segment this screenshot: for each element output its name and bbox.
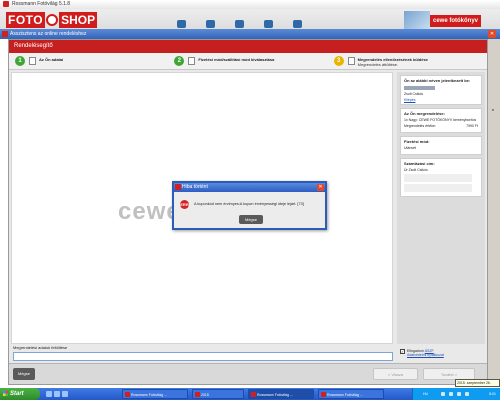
error-dialog: Hiba történt ✕ ERR A kuponkód nem érvény… — [172, 181, 327, 230]
taskbar-item-label: 2015 — [201, 393, 209, 397]
taskbar-item[interactable]: 2015 — [192, 389, 244, 399]
dialog-ok-button[interactable]: Mégse — [239, 215, 263, 224]
assistant-header: Rendelésegítő — [9, 40, 487, 53]
taskbar-item-label: Rossmann Fotóvilág ... — [257, 393, 293, 397]
terms-checkbox[interactable]: ✓ — [400, 349, 405, 354]
billing-address-block — [404, 174, 472, 182]
dialog-titlebar: Hiba történt ✕ — [174, 183, 325, 192]
step-subtitle: Megrendelés áttöltése. — [357, 62, 399, 67]
upload-icon — [347, 57, 355, 65]
logout-link[interactable]: Kilépés — [404, 98, 478, 102]
cancel-button[interactable]: Mégse — [13, 368, 35, 380]
step-title: Az Ön adatai — [39, 57, 64, 62]
system-tray: HU 8:01 — [412, 388, 500, 400]
billing-name: Úr Zsolt Csikós — [404, 168, 428, 172]
brand-photo — [404, 11, 430, 30]
privacy-link[interactable]: Adatvédelmi nyilatkozat — [407, 353, 444, 357]
step-number: 3 — [333, 56, 344, 66]
start-button[interactable]: Start — [0, 388, 40, 400]
date-tooltip: 2015. szeptember 26. — [455, 379, 500, 387]
quicklaunch-ie-icon[interactable] — [46, 391, 52, 397]
assistant-window-title: Asszisztens az online rendeléshez — [10, 31, 87, 37]
app-title: Rossmann Fotóvilág 5.1.8 — [0, 0, 500, 9]
step-3: 3 Megrendelés ellenőrzésének küldése Meg… — [328, 53, 487, 69]
forward-icon — [206, 20, 215, 28]
step-number: 2 — [174, 56, 185, 66]
assistant-footer: Mégse < Vissza Tovább > — [9, 363, 487, 384]
help-icon — [264, 20, 273, 28]
quicklaunch-explorer-icon[interactable] — [62, 391, 68, 397]
security-icon[interactable] — [457, 392, 461, 396]
taskbar-item-active[interactable]: Rossmann Fotóvilág ... — [248, 389, 314, 399]
error-icon: ERR — [180, 200, 189, 209]
taskbar-item-label: Rossmann Fotóvilág ... — [131, 393, 167, 397]
masked-email: zs****r@freemail.hu — [404, 86, 435, 90]
order-notes-input[interactable] — [13, 352, 393, 361]
cewe-brand-banner: cewe fotókönyv — [404, 11, 494, 30]
app-icon — [3, 1, 9, 7]
terms-agreement: ✓ Elfogadom ÁSZF Adatvédelmi nyilatkozat — [400, 349, 444, 357]
contact-heading: Ön az alábbi néven jelentkezett be: — [404, 78, 471, 83]
logo-ring-icon — [46, 14, 59, 26]
clock[interactable]: 8:01 — [489, 392, 496, 396]
update-icon — [293, 20, 302, 28]
taskbar: Start Rossmann Fotóvilág ... 2015 Rossma… — [0, 388, 500, 400]
window-icon — [2, 31, 8, 37]
dialog-message: A kuponkód nem érvényes:A kupon érvényes… — [194, 202, 304, 206]
payment-value: Utánvét — [404, 146, 417, 150]
payment-card: Fizetési mód: Utánvét — [400, 136, 482, 155]
app-icon — [125, 392, 130, 397]
volume-icon[interactable] — [449, 392, 453, 396]
order-card: Az Ön megrendelése: 1x Nagy: CEWE FOTÓKÖ… — [400, 108, 482, 133]
payment-heading: Fizetési mód: — [404, 139, 430, 144]
close-icon[interactable]: ✕ — [317, 184, 324, 191]
step-number: 1 — [15, 56, 25, 66]
quicklaunch-desktop-icon[interactable] — [54, 391, 60, 397]
order-info-icon — [235, 20, 244, 28]
brand-text: cewe fotókönyv — [430, 14, 482, 27]
order-summary-panel: Ön az alábbi néven jelentkezett be: zs**… — [397, 72, 485, 344]
contact-name: Zsolt Csikós — [404, 92, 424, 96]
window-icon — [175, 184, 181, 190]
language-indicator[interactable]: HU — [423, 392, 428, 396]
logo-text-right: SHOP — [59, 12, 98, 28]
step-indicator: 1 Az Ön adatai 2 Fizetési mód/szállítási… — [9, 53, 487, 70]
step-2: 2 Fizetési mód/szállítási mód kiválasztá… — [168, 53, 327, 69]
step-title: Fizetési mód/szállítási mód kiválasztása — [198, 57, 275, 62]
step-1: 1 Az Ön adatai — [9, 53, 168, 69]
windows-flag-icon — [3, 391, 8, 396]
assistant-titlebar: Asszisztens az online rendeléshez — [0, 29, 500, 39]
billing-address-block — [404, 184, 472, 192]
folder-icon — [195, 392, 200, 397]
app-icon — [251, 392, 256, 397]
network-icon[interactable] — [441, 392, 445, 396]
fotoshop-logo: FOTO SHOP — [6, 11, 98, 29]
app-icon — [321, 392, 326, 397]
app-title-text: Rossmann Fotóvilág 5.1.8 — [12, 1, 71, 7]
order-notes-label: Megrendelési adatok feltöltése — [13, 345, 68, 350]
billing-heading: Számlázási cím: — [404, 161, 435, 166]
order-heading: Az Ön megrendelése: — [404, 111, 445, 116]
background-window-edge: e — [488, 39, 500, 385]
taskbar-item[interactable]: Rossmann Fotóvilág ... — [318, 389, 384, 399]
antivirus-icon[interactable] — [465, 392, 469, 396]
back-button[interactable]: < Vissza — [373, 368, 418, 380]
start-label: Start — [10, 391, 24, 397]
close-icon[interactable]: ✕ — [488, 30, 496, 38]
payment-icon — [188, 57, 196, 65]
order-item: 1x Nagy: CEWE FOTÓKÖNYV keményborítós — [404, 118, 477, 122]
taskbar-item[interactable]: Rossmann Fotóvilág ... — [122, 389, 188, 399]
dialog-title: Hiba történt — [182, 184, 208, 190]
background-window-text: e — [492, 107, 495, 112]
order-value: 7990 Ft — [466, 124, 478, 128]
contact-card: Ön az alábbi néven jelentkezett be: zs**… — [400, 75, 482, 105]
products-icon — [177, 20, 186, 28]
order-value-label: Megrendelés értéke: — [404, 124, 436, 128]
order-value-row: Megrendelés értéke: 7990 Ft — [404, 124, 478, 128]
taskbar-item-label: Rossmann Fotóvilág ... — [327, 393, 363, 397]
billing-card: Számlázási cím: Úr Zsolt Csikós — [400, 158, 482, 197]
logo-text-left: FOTO — [6, 12, 46, 28]
form-icon — [29, 57, 36, 65]
